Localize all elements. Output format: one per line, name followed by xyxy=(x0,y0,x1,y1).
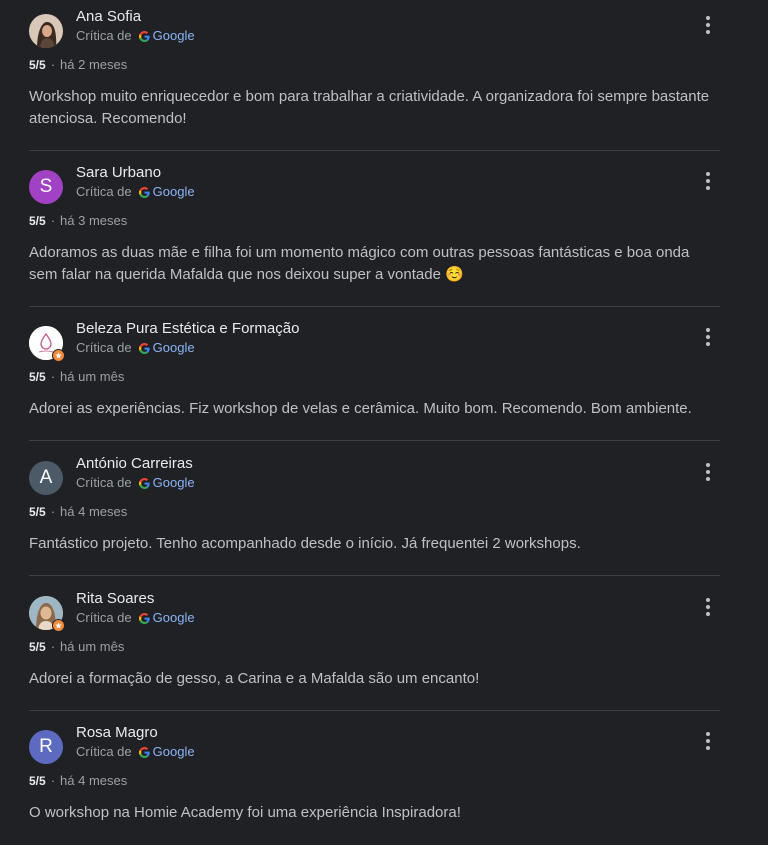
reviews-list: Ana Sofia Crítica de Google 5/5 · há 2 mes… xyxy=(0,0,768,845)
avatar[interactable]: S xyxy=(29,170,63,204)
reviewer-name[interactable]: Sara Urbano xyxy=(76,163,161,183)
rating-line: 5/5 · há 2 meses xyxy=(29,57,128,72)
review-time: há 4 meses xyxy=(60,504,128,519)
avatar-letter: A xyxy=(29,461,63,495)
review-source: Crítica de Google xyxy=(76,475,195,491)
google-g-icon xyxy=(138,30,150,42)
review-text: O workshop na Homie Academy foi uma expe… xyxy=(29,804,461,821)
source-google: Google xyxy=(152,184,195,199)
profile-photo-icon xyxy=(29,14,63,48)
more-options-icon[interactable] xyxy=(698,597,718,617)
rating-line: 5/5 · há um mês xyxy=(29,639,125,654)
local-guide-badge-icon xyxy=(52,349,65,362)
rating-score: 5/5 xyxy=(29,505,46,519)
avatar[interactable] xyxy=(29,14,63,48)
review-time: há um mês xyxy=(60,639,125,654)
review-time: há 3 meses xyxy=(60,213,128,228)
divider xyxy=(29,575,720,576)
google-g-icon xyxy=(138,342,150,354)
review-text: Fantástico projeto. Tenho acompanhado de… xyxy=(29,535,581,552)
review-source: Crítica de Google xyxy=(76,744,195,760)
critic-label: Crítica de xyxy=(76,340,132,355)
rating-score: 5/5 xyxy=(29,640,46,654)
review-time: há 4 meses xyxy=(60,773,128,788)
critic-label: Crítica de xyxy=(76,744,132,759)
rating-score: 5/5 xyxy=(29,370,46,384)
review-text: Adoramos as duas mãe e filha foi um mome… xyxy=(29,244,690,283)
source-google: Google xyxy=(152,28,195,43)
local-guide-badge-icon xyxy=(52,619,65,632)
rating-line: 5/5 · há um mês xyxy=(29,369,125,384)
reviewer-name[interactable]: Rosa Magro xyxy=(76,723,158,743)
critic-label: Crítica de xyxy=(76,184,132,199)
divider xyxy=(29,306,720,307)
review-text: Adorei as experiências. Fiz workshop de … xyxy=(29,400,692,417)
review-source: Crítica de Google xyxy=(76,184,195,200)
review-source: Crítica de Google xyxy=(76,340,195,356)
review-text: Adorei a formação de gesso, a Carina e a… xyxy=(29,670,480,687)
source-google: Google xyxy=(152,340,195,355)
divider xyxy=(29,150,720,151)
avatar[interactable]: R xyxy=(29,730,63,764)
review-time: há 2 meses xyxy=(60,57,128,72)
rating-line: 5/5 · há 4 meses xyxy=(29,773,128,788)
rating-score: 5/5 xyxy=(29,774,46,788)
rating-score: 5/5 xyxy=(29,214,46,228)
source-google: Google xyxy=(152,475,195,490)
avatar-letter: S xyxy=(29,170,63,204)
rating-score: 5/5 xyxy=(29,58,46,72)
avatar[interactable] xyxy=(29,596,65,632)
critic-label: Crítica de xyxy=(76,28,132,43)
google-g-icon xyxy=(138,612,150,624)
review-text: Workshop muito enriquecedor e bom para t… xyxy=(29,88,710,127)
critic-label: Crítica de xyxy=(76,475,132,490)
divider xyxy=(29,440,720,441)
more-options-icon[interactable] xyxy=(698,327,718,347)
reviewer-name[interactable]: Beleza Pura Estética e Formação xyxy=(76,319,299,339)
more-options-icon[interactable] xyxy=(698,171,718,191)
review-source: Crítica de Google xyxy=(76,610,195,626)
source-google: Google xyxy=(152,610,195,625)
reviewer-name[interactable]: Ana Sofia xyxy=(76,7,141,27)
reviewer-name[interactable]: António Carreiras xyxy=(76,454,193,474)
more-options-icon[interactable] xyxy=(698,462,718,482)
avatar[interactable] xyxy=(29,326,65,362)
review-source: Crítica de Google xyxy=(76,28,195,44)
google-g-icon xyxy=(138,746,150,758)
review-time: há um mês xyxy=(60,369,125,384)
more-options-icon[interactable] xyxy=(698,15,718,35)
more-options-icon[interactable] xyxy=(698,731,718,751)
avatar[interactable]: A xyxy=(29,461,63,495)
divider xyxy=(29,710,720,711)
google-g-icon xyxy=(138,186,150,198)
rating-line: 5/5 · há 4 meses xyxy=(29,504,128,519)
critic-label: Crítica de xyxy=(76,610,132,625)
source-google: Google xyxy=(152,744,195,759)
rating-line: 5/5 · há 3 meses xyxy=(29,213,128,228)
reviewer-name[interactable]: Rita Soares xyxy=(76,589,154,609)
google-g-icon xyxy=(138,477,150,489)
avatar-letter: R xyxy=(29,730,63,764)
